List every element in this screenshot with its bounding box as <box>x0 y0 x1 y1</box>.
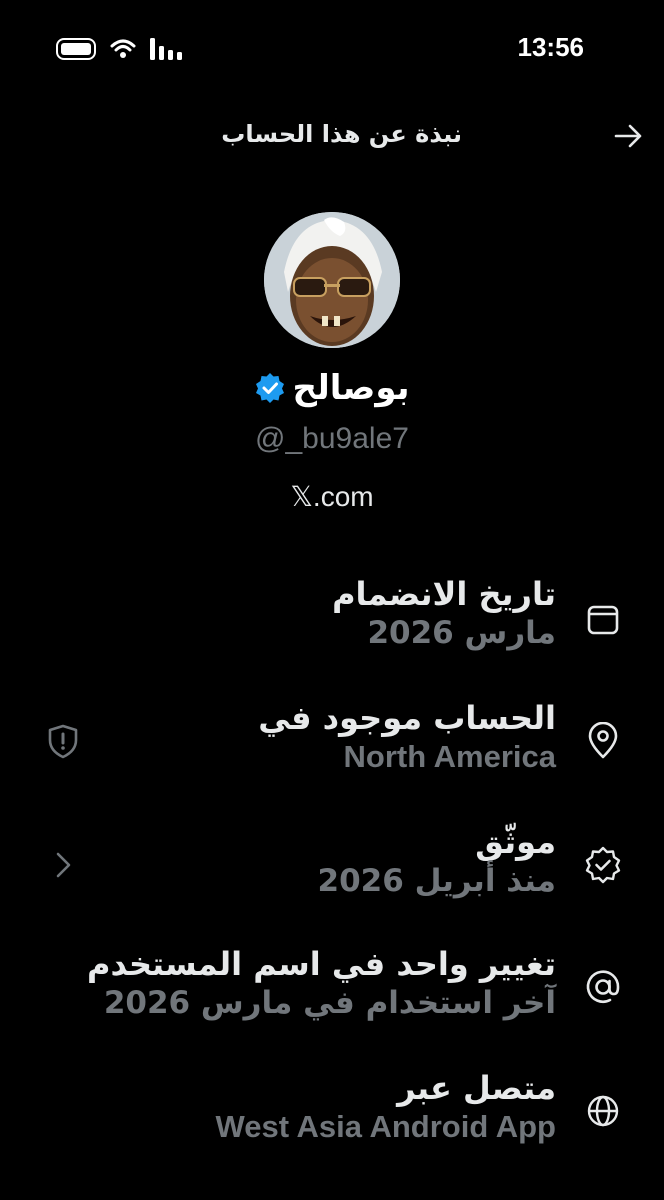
avatar[interactable] <box>264 212 400 348</box>
globe-icon <box>587 1095 619 1127</box>
verified-badge-icon <box>585 846 621 884</box>
battery-icon <box>56 38 96 60</box>
status-icons <box>56 38 184 60</box>
info-label: موثّق <box>475 823 556 861</box>
website-link[interactable]: 𝕏.com <box>0 480 664 513</box>
info-label: تغيير واحد في اسم المستخدم <box>87 945 556 983</box>
info-value: مارس 2026 <box>367 615 556 651</box>
clock: 13:56 <box>517 32 585 62</box>
shield-alert-icon[interactable] <box>44 722 82 760</box>
info-item-verified[interactable]: موثّق منذ أبريل 2026 <box>0 822 664 922</box>
back-arrow-icon[interactable] <box>610 118 646 154</box>
status-bar: 13:56 <box>0 0 664 100</box>
info-value: آخر استخدام في مارس 2026 <box>103 985 556 1021</box>
verified-badge-icon <box>255 373 284 403</box>
at-sign-icon <box>586 970 620 1003</box>
display-name-row: بوصالح <box>0 368 664 408</box>
info-item-location: الحساب موجود في North America <box>0 698 664 798</box>
info-item-joined: تاريخ الانضمام مارس 2026 <box>0 574 664 674</box>
wifi-icon <box>110 39 136 58</box>
avatar-image <box>264 212 400 348</box>
info-label: الحساب موجود في <box>258 699 556 737</box>
info-item-username-change: تغيير واحد في اسم المستخدم آخر استخدام ف… <box>0 944 664 1044</box>
info-value: منذ أبريل 2026 <box>317 863 556 899</box>
calendar-icon <box>587 605 619 635</box>
page-title: نبذة عن هذا الحساب <box>221 120 462 148</box>
info-label: تاريخ الانضمام <box>332 575 556 613</box>
chevron-right-icon[interactable] <box>44 846 82 884</box>
display-name: بوصالح <box>292 368 410 408</box>
info-label: متصل عبر <box>397 1069 556 1107</box>
info-value: West Asia Android App <box>215 1109 556 1144</box>
location-pin-icon <box>588 722 618 759</box>
cellular-signal-icon <box>150 38 182 60</box>
info-item-connected-via: متصل عبر West Asia Android App <box>0 1068 664 1168</box>
header: نبذة عن هذا الحساب <box>0 112 664 162</box>
username-handle: @_bu9ale7 <box>255 422 409 455</box>
info-value: North America <box>343 739 556 774</box>
